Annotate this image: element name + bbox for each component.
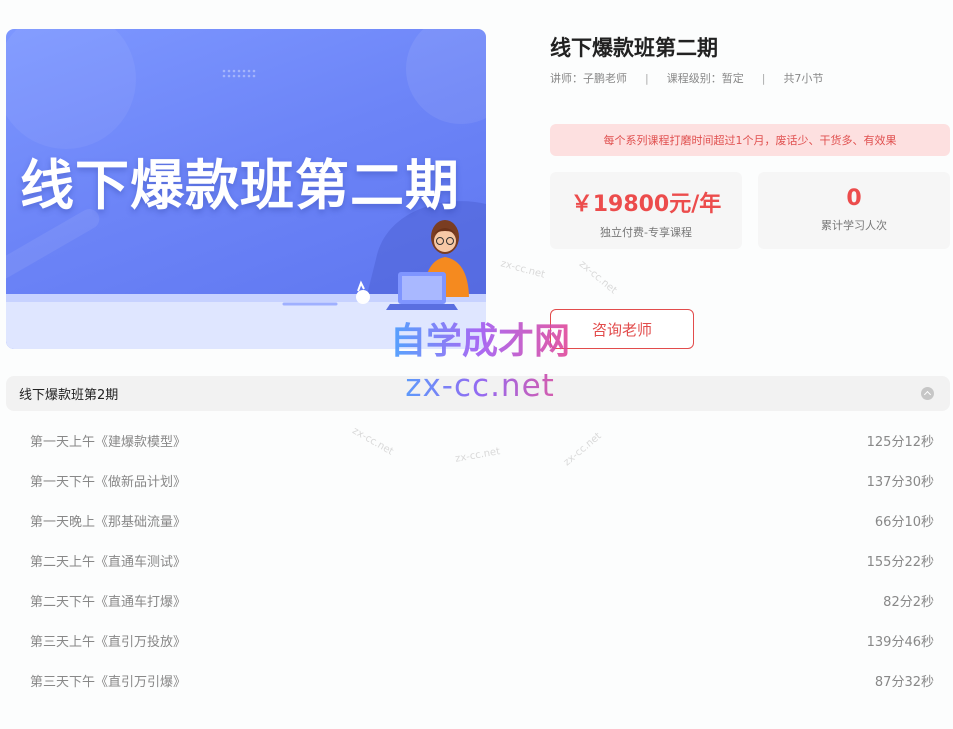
lesson-item[interactable]: 第三天上午《直引万投放》 139分46秒 (30, 620, 934, 660)
lesson-duration: 137分30秒 (866, 474, 934, 490)
meta-separator: | (761, 71, 766, 85)
faint-watermark: zx-cc.net (576, 258, 619, 297)
learners-card: 0 累计学习人次 (758, 172, 950, 249)
lesson-duration: 139分46秒 (866, 634, 934, 650)
lesson-title: 第三天上午《直引万投放》 (30, 634, 187, 650)
lesson-item[interactable]: 第二天上午《直通车测试》 155分22秒 (30, 540, 934, 580)
lesson-duration: 125分12秒 (866, 434, 934, 450)
chapter-header[interactable]: 线下爆款班第2期 (6, 376, 950, 411)
lesson-duration: 82分2秒 (883, 594, 934, 610)
sections-label: 共7小节 (783, 72, 824, 85)
learners-value: 0 (846, 186, 862, 211)
course-banner: 线下爆款班第二期 (6, 29, 486, 349)
lesson-title: 第一天下午《做新品计划》 (30, 474, 187, 490)
banner-title: 线下爆款班第二期 (20, 154, 460, 217)
price-card: ￥19800元/年 独立付费-专享课程 (550, 172, 742, 249)
chapter-title: 线下爆款班第2期 (19, 388, 119, 403)
course-title: 线下爆款班第二期 (550, 36, 718, 60)
chevron-up-icon[interactable] (921, 387, 934, 400)
faint-watermark: zx-cc.net (499, 258, 547, 281)
lesson-duration: 87分32秒 (874, 674, 934, 690)
lesson-duration: 66分10秒 (874, 514, 934, 530)
consult-teacher-button[interactable]: 咨询老师 (550, 309, 694, 349)
teacher-label: 讲师：子鹏老师 (550, 72, 627, 85)
lesson-title: 第一天晚上《那基础流量》 (30, 514, 187, 530)
lesson-list: 第一天上午《建爆款模型》 125分12秒 第一天下午《做新品计划》 137分30… (30, 420, 934, 700)
level-label: 课程级别：暂定 (666, 72, 744, 85)
price-label: 独立付费-专享课程 (600, 226, 692, 239)
learners-label: 累计学习人次 (821, 219, 887, 232)
lesson-title: 第二天上午《直通车测试》 (30, 554, 187, 570)
price-value: ￥19800元/年 (570, 192, 722, 217)
meta-separator: | (645, 71, 649, 85)
course-meta: 讲师：子鹏老师 | 课程级别：暂定 | 共7小节 (550, 70, 823, 86)
lesson-title: 第一天上午《建爆款模型》 (30, 434, 187, 450)
lesson-duration: 155分22秒 (866, 554, 934, 570)
lesson-item[interactable]: 第一天下午《做新品计划》 137分30秒 (30, 460, 934, 500)
lesson-item[interactable]: 第三天下午《直引万引爆》 87分32秒 (30, 660, 934, 700)
lesson-item[interactable]: 第一天上午《建爆款模型》 125分12秒 (30, 420, 934, 460)
lesson-title: 第二天下午《直通车打爆》 (30, 594, 187, 610)
lesson-title: 第三天下午《直引万引爆》 (30, 674, 187, 690)
notice-banner: 每个系列课程打磨时间超过1个月，废话少、干货多、有效果 (550, 124, 950, 156)
lesson-item[interactable]: 第二天下午《直通车打爆》 82分2秒 (30, 580, 934, 620)
lesson-item[interactable]: 第一天晚上《那基础流量》 66分10秒 (30, 500, 934, 540)
